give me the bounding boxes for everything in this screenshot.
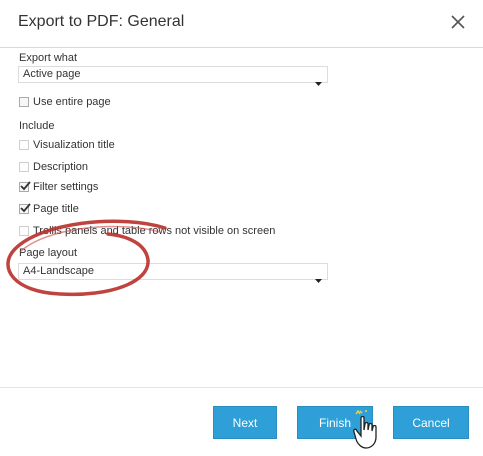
include-option-page-title[interactable]: Page title [19, 201, 79, 217]
page-title-checkbox[interactable] [19, 203, 31, 214]
checkmark-icon [20, 181, 31, 191]
footer-divider [0, 387, 483, 388]
dialog-title: Export to PDF: General [18, 13, 185, 30]
visualization-title-checkbox[interactable] [19, 140, 29, 150]
use-entire-page-label: Use entire page [33, 96, 111, 108]
filter-settings-checkbox[interactable] [19, 181, 31, 192]
close-icon[interactable] [445, 9, 471, 35]
include-option-description[interactable]: Description [19, 159, 88, 175]
visualization-title-label: Visualization title [33, 139, 115, 151]
trellis-panels-label: Trellis panels and table rows not visibl… [33, 225, 276, 237]
use-entire-page-checkbox[interactable] [19, 97, 29, 107]
page-layout-select[interactable]: A4-Landscape [18, 263, 328, 283]
page-layout-value: A4-Landscape [23, 265, 94, 277]
next-button[interactable]: Next [213, 406, 277, 439]
trellis-panels-checkbox[interactable] [19, 226, 29, 236]
dialog-titlebar: Export to PDF: General [0, 0, 483, 48]
page-layout-label: Page layout [19, 247, 78, 259]
export-what-value: Active page [23, 68, 81, 80]
filter-settings-label: Filter settings [33, 181, 99, 193]
include-option-visualization-title[interactable]: Visualization title [19, 137, 115, 153]
hand-cursor-icon [353, 410, 377, 449]
description-label: Description [33, 161, 89, 173]
description-checkbox[interactable] [19, 162, 29, 172]
export-what-label: Export what [19, 52, 78, 64]
page-title-label: Page title [33, 203, 79, 215]
export-pdf-dialog: Export to PDF: General Export what Activ… [0, 0, 483, 456]
include-option-trellis-panels[interactable]: Trellis panels and table rows not visibl… [19, 223, 275, 239]
checkmark-icon [20, 203, 31, 213]
include-label: Include [19, 120, 55, 132]
cancel-button[interactable]: Cancel [393, 406, 469, 439]
include-option-filter-settings[interactable]: Filter settings [19, 179, 98, 195]
use-entire-page-checkbox-row[interactable]: Use entire page [19, 94, 111, 110]
chevron-down-icon [315, 73, 322, 91]
chevron-down-icon [315, 270, 322, 288]
export-what-select[interactable]: Active page [18, 66, 328, 86]
